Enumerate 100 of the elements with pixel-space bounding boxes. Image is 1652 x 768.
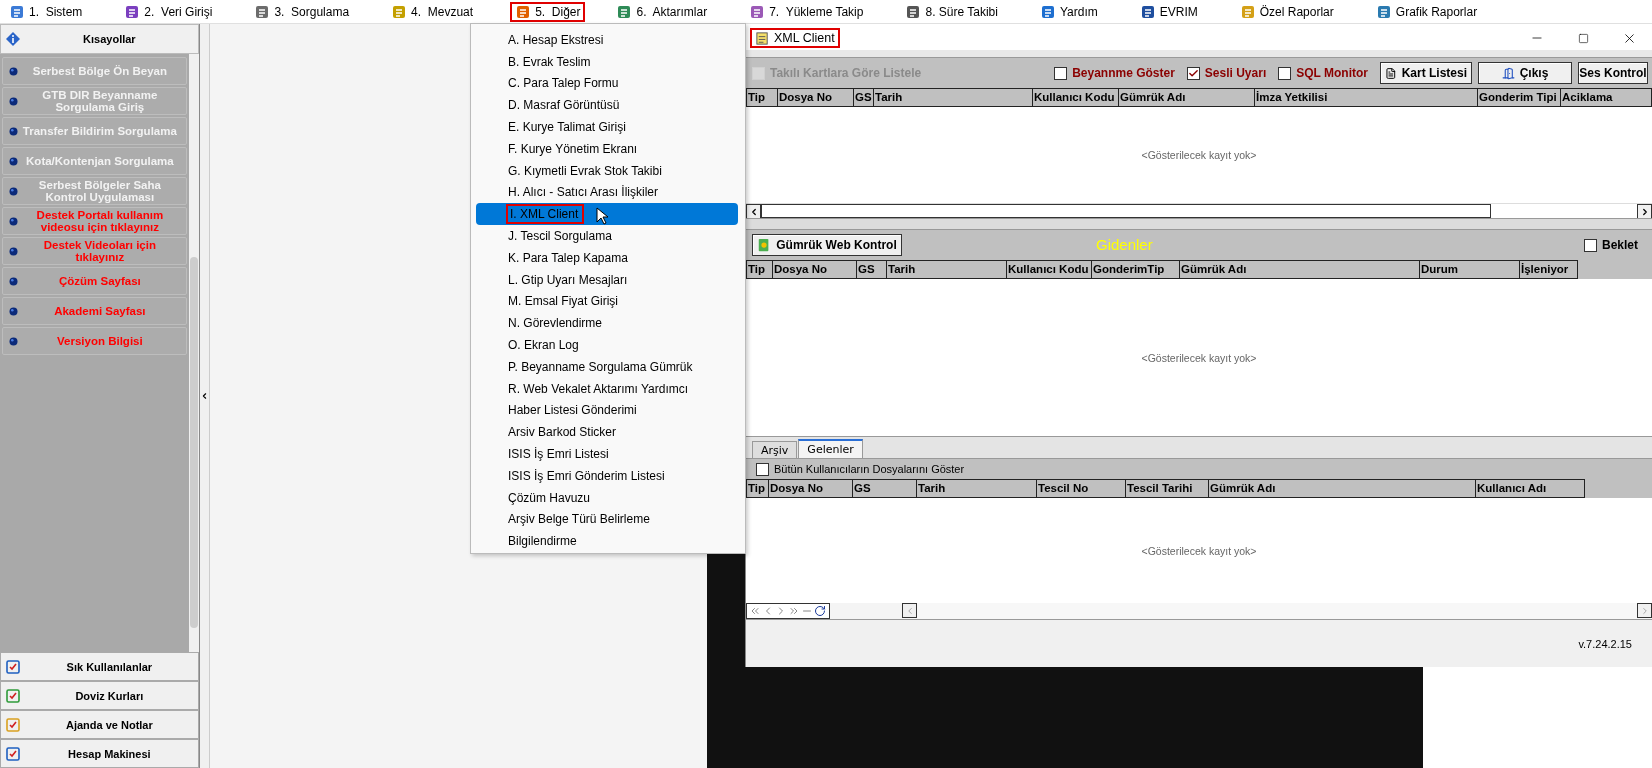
bullet-icon: [9, 186, 18, 196]
checkbox[interactable]: [1186, 66, 1200, 80]
sidebar-button[interactable]: Hesap Makinesi: [0, 739, 199, 768]
menu-icon: [1239, 3, 1256, 20]
menu-item[interactable]: Özel Raporlar: [1234, 1, 1339, 22]
menu-entry[interactable]: Haber Listesi Gönderimi: [476, 399, 738, 422]
sidebar-button[interactable]: Doviz Kurları: [0, 681, 199, 710]
menu-entry[interactable]: J. Tescil Sorgulama: [476, 225, 738, 247]
bullet-icon: [9, 216, 18, 226]
menu-item[interactable]: EVRIM: [1134, 1, 1203, 22]
checkbox[interactable]: [1054, 66, 1068, 80]
column-header: Tip: [746, 479, 769, 498]
record-navigator[interactable]: [746, 603, 830, 619]
menu-item[interactable]: 2. Veri Girişi: [119, 1, 218, 22]
checkbox-text: Sesli Uyarı: [1204, 66, 1267, 80]
checkbox-text: Beklet: [1601, 238, 1638, 252]
document-icon: [1385, 66, 1397, 80]
shortcuts-header[interactable]: Kısayollar: [0, 24, 199, 54]
shortcut-label: Serbest Bölgeler Saha Kontrol Uygulaması: [37, 179, 162, 203]
door-icon: [1501, 66, 1515, 80]
sidebar-button[interactable]: Sık Kullanılanlar: [0, 652, 199, 681]
menu-item[interactable]: Grafik Raporlar: [1370, 1, 1483, 22]
app-icon: [5, 716, 21, 733]
column-header: Tescil No: [1037, 479, 1126, 498]
column-header: Gümrük Adı: [1209, 479, 1476, 498]
column-header: Tescil Tarihi: [1126, 479, 1209, 498]
tab[interactable]: Gelenler: [798, 439, 863, 458]
column-header: Tarih: [917, 479, 1037, 498]
menu-entry[interactable]: O. Ekran Log: [476, 334, 738, 356]
section-title: Gidenler: [1096, 236, 1153, 253]
column-header: Gonderim Tipi: [1478, 88, 1561, 107]
checkbox[interactable]: [1278, 66, 1292, 80]
checkbox-label[interactable]: Sesli Uyarı: [1186, 66, 1267, 80]
column-header: Kullanıcı Kodu: [1033, 88, 1119, 107]
checkbox[interactable]: [756, 462, 769, 476]
column-header: Tarih: [887, 260, 1007, 279]
menu-entry[interactable]: Bilgilendirme: [476, 530, 738, 553]
empty-message: <Gösterilecek kayıt yok>: [1141, 544, 1257, 557]
menu-entry[interactable]: I. XML Client: [476, 203, 738, 226]
version-label: v.7.24.2.15: [1578, 637, 1632, 650]
menu-icon: [749, 3, 766, 20]
checkbox-label[interactable]: Bütün Kullanıcıların Dosyalarını Göster: [756, 462, 965, 476]
column-header: İşleniyor: [1520, 260, 1578, 279]
checkbox-label[interactable]: Beklet: [1583, 238, 1638, 252]
toolbar-button[interactable]: Çıkış: [1478, 62, 1572, 84]
document-icon: [755, 30, 770, 46]
menu-entry[interactable]: ISIS İş Emri Gönderim Listesi: [476, 464, 738, 487]
menu-entry[interactable]: M. Emsal Fiyat Girişi: [476, 290, 738, 313]
menu-icon: [616, 3, 633, 20]
menu-entry[interactable]: P. Beyanname Sorgulama Gümrük: [476, 355, 738, 378]
menu-item[interactable]: 3. Sorgulama: [249, 1, 355, 22]
web-check-button[interactable]: Gümrük Web Kontrol: [752, 234, 902, 256]
menu-item[interactable]: 5. Diğer: [510, 1, 586, 22]
scrollbar[interactable]: [188, 54, 199, 652]
menu-icon: [254, 3, 271, 20]
toolbar-button[interactable]: Kart Listesi: [1380, 62, 1472, 84]
menu-item[interactable]: Yardım: [1034, 1, 1103, 22]
menu-entry[interactable]: Arşiv Belge Türü Belirleme: [476, 508, 738, 531]
bullet-icon: [9, 246, 18, 256]
shortcut-label: Kota/Kontenjan Sorgulama: [25, 155, 175, 167]
column-header: Kullanıcı Kodu: [1007, 260, 1092, 279]
mouse-pointer-icon: [596, 207, 608, 226]
menu-entry[interactable]: L. Gtip Uyarı Mesajları: [476, 268, 738, 291]
menu-item[interactable]: 1. Sistem: [4, 1, 88, 22]
checkbox[interactable]: [1583, 238, 1597, 252]
menu-entry[interactable]: D. Masraf Görüntüsü: [476, 94, 738, 117]
menu-item[interactable]: 6. Aktarımlar: [611, 1, 713, 22]
toolbar-button[interactable]: Ses Kontrol: [1578, 62, 1648, 84]
menu-item[interactable]: 7. Yükleme Takip: [744, 1, 869, 22]
menu-entry[interactable]: K. Para Talep Kapama: [476, 246, 738, 269]
scrollbar[interactable]: [902, 603, 1652, 619]
menu-entry[interactable]: G. Kıymetli Evrak Stok Takibi: [476, 159, 738, 182]
shortcut-label: Çözüm Sayfası: [57, 275, 142, 287]
menu-entry[interactable]: E. Kurye Talimat Girişi: [476, 116, 738, 138]
scrollbar[interactable]: [746, 203, 1652, 218]
menu-icon: [391, 3, 408, 20]
menu-item[interactable]: 4. Mevzuat: [386, 1, 479, 22]
menu-entry[interactable]: N. Görevlendirme: [476, 312, 738, 335]
menu-entry[interactable]: Arsiv Barkod Sticker: [476, 421, 738, 444]
menu-entry[interactable]: H. Alıcı - Satıcı Arası İlişkiler: [476, 181, 738, 204]
app-icon: [5, 658, 21, 675]
menu-entry[interactable]: F. Kurye Yönetim Ekranı: [476, 138, 738, 160]
sidebar-button[interactable]: Ajanda ve Notlar: [0, 710, 199, 739]
menu-item[interactable]: 8. Süre Takibi: [900, 1, 1003, 22]
menu-entry[interactable]: ISIS İş Emri Listesi: [476, 443, 738, 465]
splitter-handle[interactable]: [199, 24, 210, 768]
column-header: Tip: [746, 260, 773, 279]
menu-entry[interactable]: B. Evrak Teslim: [476, 50, 738, 73]
column-header: Dosya No: [773, 260, 857, 279]
menu-entry[interactable]: Çözüm Havuzu: [476, 486, 738, 509]
column-header: Durum: [1420, 260, 1520, 279]
menu-entry[interactable]: C. Para Talep Formu: [476, 72, 738, 95]
menu-icon: [9, 3, 25, 20]
menu-entry[interactable]: A. Hesap Ekstresi: [476, 29, 738, 51]
bullet-icon: [9, 66, 18, 76]
menu-entry[interactable]: R. Web Vekalet Aktarımı Yardımcı: [476, 377, 738, 400]
shortcut-label: GTB DIR Beyanname Sorgulama Giriş: [41, 89, 159, 113]
tab[interactable]: Arşiv: [752, 441, 798, 458]
bullet-icon: [9, 126, 18, 136]
checkbox-label[interactable]: SQL Monitor: [1278, 66, 1368, 80]
